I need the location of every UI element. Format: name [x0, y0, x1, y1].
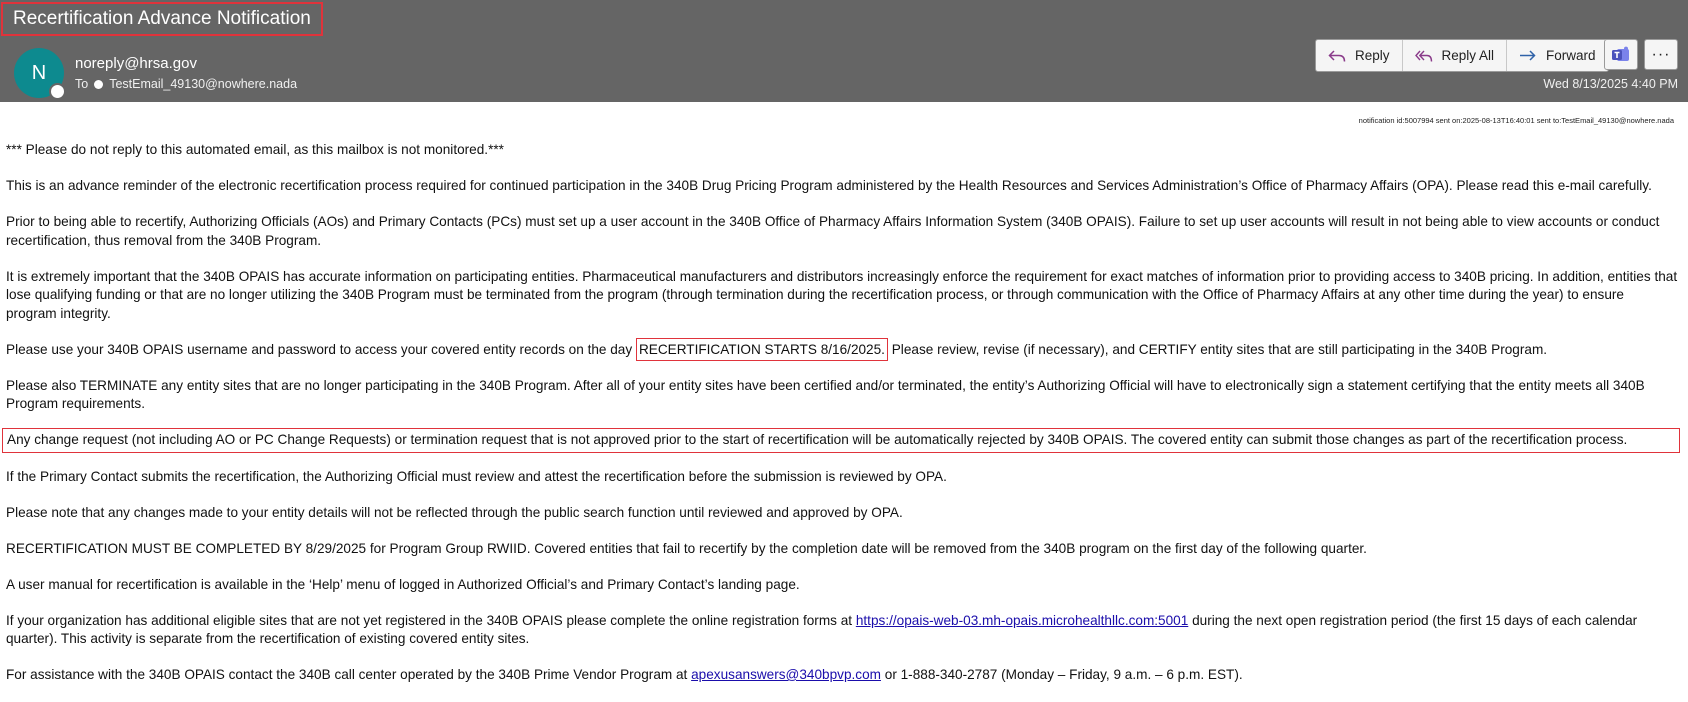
- sent-date: Wed 8/13/2025 4:40 PM: [1543, 77, 1678, 91]
- body-paragraph: If your organization has additional elig…: [6, 612, 1678, 649]
- more-icon: ···: [1651, 45, 1671, 63]
- body-text: Please use your 340B OPAIS username and …: [6, 341, 636, 357]
- forward-label: Forward: [1546, 48, 1596, 63]
- body-text: If your organization has additional elig…: [6, 612, 856, 628]
- presence-status-icon: [49, 83, 66, 100]
- body-paragraph: RECERTIFICATION MUST BE COMPLETED BY 8/2…: [6, 540, 1367, 556]
- body-paragraph: Please also TERMINATE any entity sites t…: [6, 377, 1645, 412]
- reply-all-button[interactable]: Reply All: [1403, 40, 1508, 71]
- body-paragraph: Please note that any changes made to you…: [6, 504, 903, 520]
- message-actions: Reply Reply All Forward: [1315, 39, 1609, 72]
- body-paragraph: It is extremely important that the 340B …: [6, 268, 1678, 321]
- notification-meta: notification id:5007994 sent on:2025-08-…: [1358, 116, 1674, 125]
- body-paragraph: Please use your 340B OPAIS username and …: [6, 337, 1678, 361]
- body-text: or 1-888-340-2787 (Monday – Friday, 9 a.…: [880, 667, 1243, 682]
- email-subject: Recertification Advance Notification: [1, 2, 323, 36]
- body-paragraph: Prior to being able to recertify, Author…: [6, 214, 1660, 248]
- body-paragraph: A user manual for recertification is ava…: [6, 576, 800, 592]
- body-text: For assistance with the 340B OPAIS conta…: [6, 667, 692, 682]
- reply-all-label: Reply All: [1441, 48, 1495, 63]
- support-email-link[interactable]: apexusanswers@340bpvp.com: [691, 667, 881, 682]
- forward-icon: [1520, 49, 1536, 61]
- reply-button[interactable]: Reply: [1316, 40, 1403, 71]
- to-label: To: [75, 77, 89, 91]
- more-actions-button[interactable]: ···: [1644, 39, 1678, 70]
- body-paragraph: *** Please do not reply to this automate…: [6, 142, 504, 157]
- reply-all-icon: [1414, 50, 1432, 62]
- sender-address[interactable]: noreply@hrsa.gov: [75, 55, 197, 72]
- teams-share-button[interactable]: [1604, 39, 1638, 70]
- body-paragraph: This is an advance reminder of the elect…: [6, 178, 1652, 193]
- recipient-line: To TestEmail_49130@nowhere.nada: [75, 77, 297, 91]
- recipient-presence-icon: [94, 79, 104, 89]
- body-text: Please review, revise (if necessary), an…: [887, 341, 1548, 357]
- registration-link[interactable]: https://opais-web-03.mh-opais.microhealt…: [856, 613, 1188, 628]
- sender-avatar[interactable]: N: [14, 48, 66, 100]
- forward-button[interactable]: Forward: [1507, 40, 1608, 71]
- avatar-initial: N: [31, 61, 47, 84]
- email-header: Recertification Advance Notification N n…: [0, 0, 1688, 102]
- body-paragraph: If the Primary Contact submits the recer…: [6, 468, 947, 484]
- recert-start-highlight: RECERTIFICATION STARTS 8/16/2025.: [635, 337, 888, 361]
- teams-icon: [1612, 46, 1629, 61]
- body-paragraph: For assistance with the 340B OPAIS conta…: [6, 666, 1678, 685]
- change-request-highlight: Any change request (not including AO or …: [2, 428, 1680, 453]
- recipient-address[interactable]: TestEmail_49130@nowhere.nada: [109, 77, 297, 91]
- reply-icon: [1328, 49, 1346, 62]
- email-body: *** Please do not reply to this automate…: [2, 141, 1680, 702]
- reply-label: Reply: [1355, 48, 1390, 63]
